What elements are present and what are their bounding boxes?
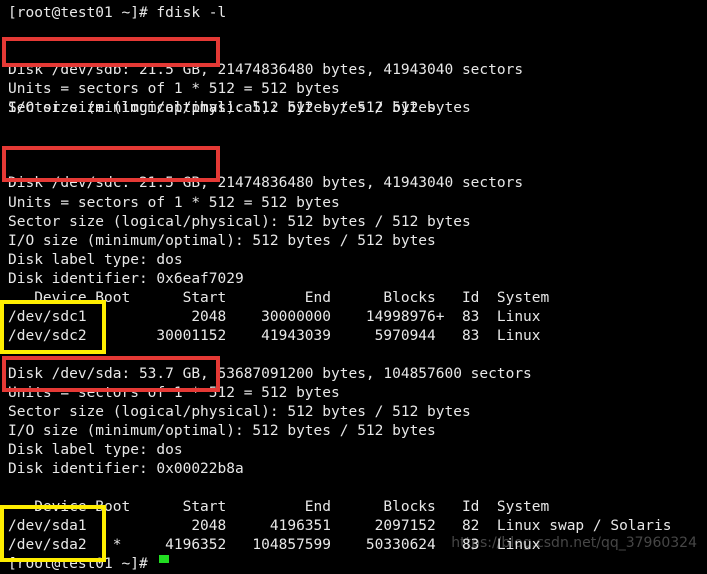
terminal-output-line: Sector size (logical/physical): 512 byte… <box>8 404 471 420</box>
terminal-output-line: Disk identifier: 0x00022b8a <box>8 461 244 477</box>
highlight-partitions-sda <box>0 505 106 562</box>
highlight-disk-sda <box>2 356 220 392</box>
terminal-output-line: I/O size (minimum/optimal): 512 bytes / … <box>8 100 436 116</box>
watermark-text: https://blog.csdn.net/qq_37960324 <box>451 535 697 551</box>
terminal-output-line: I/O size (minimum/optimal): 512 bytes / … <box>8 233 436 249</box>
terminal-output-line: Units = sectors of 1 * 512 = 512 bytes <box>8 81 340 97</box>
terminal-output-line: I/O size (minimum/optimal): 512 bytes / … <box>8 423 436 439</box>
highlight-disk-sdc <box>2 146 220 182</box>
terminal-output-line: Disk label type: dos <box>8 442 183 458</box>
highlight-disk-sdb <box>2 37 220 67</box>
terminal-output-line: Disk label type: dos <box>8 252 183 268</box>
highlight-partitions-sdc <box>0 300 106 354</box>
terminal-output-line: /dev/sda1 2048 4196351 2097152 82 Linux … <box>8 518 672 534</box>
terminal-output-line: Disk identifier: 0x6eaf7029 <box>8 271 244 287</box>
terminal-output-line: Sector size (logical/physical): 512 byte… <box>8 214 471 230</box>
shell-prompt-line: [root@test01 ~]# fdisk -l <box>8 5 227 21</box>
terminal-window[interactable]: [root@test01 ~]# fdisk -l Disk /dev/sdb: … <box>0 0 707 572</box>
terminal-output-line: Units = sectors of 1 * 512 = 512 bytes <box>8 195 340 211</box>
